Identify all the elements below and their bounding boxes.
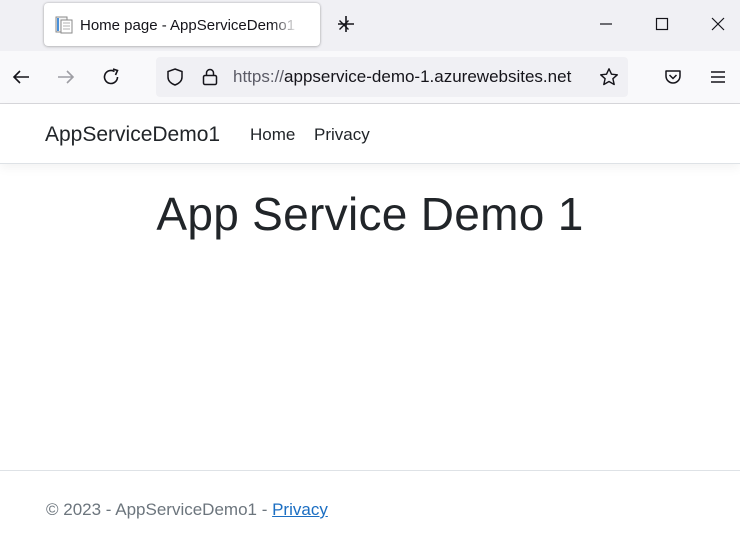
site-footer: © 2023 - AppServiceDemo1 - Privacy	[46, 499, 328, 521]
lock-icon[interactable]	[196, 63, 224, 91]
page-title: App Service Demo 1	[156, 188, 584, 240]
url-bar[interactable]: https://appservice-demo-1.azurewebsites.…	[156, 57, 628, 97]
url-text[interactable]: https://appservice-demo-1.azurewebsites.…	[233, 67, 571, 87]
back-icon[interactable]	[7, 63, 35, 91]
pocket-icon[interactable]	[659, 63, 687, 91]
footer-privacy-link[interactable]: Privacy	[272, 500, 328, 519]
footer-divider	[0, 470, 740, 471]
shield-icon[interactable]	[161, 63, 189, 91]
menu-icon[interactable]	[704, 63, 732, 91]
site-navbar: AppServiceDemo1 Home Privacy	[0, 104, 740, 164]
forward-icon[interactable]	[52, 63, 80, 91]
browser-tab[interactable]: Home page - AppServiceDemo1	[44, 3, 349, 46]
reload-icon[interactable]	[97, 63, 125, 91]
close-window-icon[interactable]	[704, 10, 732, 38]
footer-copyright: © 2023 - AppServiceDemo1 -	[46, 500, 273, 519]
maximize-icon[interactable]	[648, 10, 676, 38]
star-icon[interactable]	[595, 63, 623, 91]
nav-link-home[interactable]: Home	[250, 124, 295, 146]
site-brand-link[interactable]: AppServiceDemo1	[45, 122, 220, 148]
tab-title: Home page - AppServiceDemo1	[80, 17, 296, 34]
tab-strip: Home page - AppServiceDemo1	[0, 0, 740, 51]
page-icon	[55, 16, 73, 34]
minimize-icon[interactable]	[592, 10, 620, 38]
nav-toolbar: https://appservice-demo-1.azurewebsites.…	[0, 51, 740, 104]
plus-icon[interactable]	[334, 12, 358, 36]
nav-link-privacy[interactable]: Privacy	[314, 124, 370, 146]
